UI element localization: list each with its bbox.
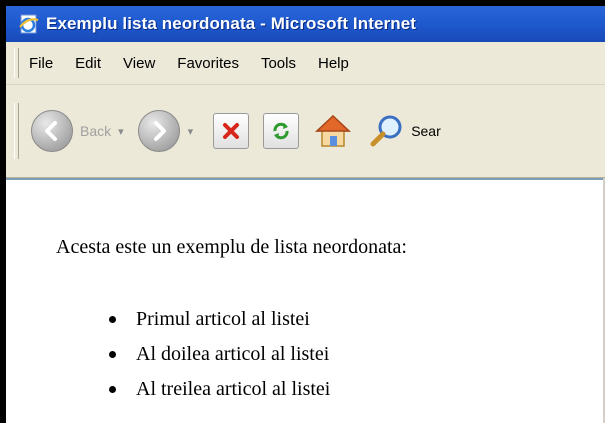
standard-toolbar: Back ▾ ▾ Sear <box>6 85 605 178</box>
search-label: Sear <box>411 123 441 139</box>
search-button[interactable]: Sear <box>367 111 441 151</box>
intro-paragraph: Acesta este un exemplu de lista neordona… <box>56 236 407 258</box>
list-item: Al treilea articol al listei <box>6 372 330 407</box>
forward-button[interactable]: ▾ <box>137 110 206 152</box>
forward-dropdown-icon[interactable]: ▾ <box>188 125 194 138</box>
home-icon[interactable] <box>313 111 353 151</box>
page-content: Acesta este un exemplu de lista neordona… <box>6 178 605 423</box>
back-label: Back <box>80 123 112 139</box>
list-item: Primul articol al listei <box>6 302 330 337</box>
menu-help[interactable]: Help <box>318 55 349 72</box>
list-item-text: Primul articol al listei <box>136 308 310 330</box>
forward-arrow-icon <box>137 110 180 152</box>
unordered-list: Primul articol al listei Al doilea artic… <box>6 302 330 407</box>
title-bar[interactable]: Exemplu lista neordonata - Microsoft Int… <box>6 6 605 42</box>
refresh-icon[interactable] <box>263 113 300 149</box>
stop-icon[interactable] <box>213 113 250 149</box>
back-button[interactable]: Back ▾ <box>31 110 124 152</box>
back-dropdown-icon[interactable]: ▾ <box>118 125 124 138</box>
list-item-text: Al doilea articol al listei <box>136 343 330 365</box>
menu-favorites[interactable]: Favorites <box>177 55 239 72</box>
menubar-grip[interactable] <box>14 48 19 78</box>
toolbar-grip[interactable] <box>14 103 19 159</box>
back-arrow-icon <box>31 110 73 152</box>
menu-tools[interactable]: Tools <box>261 55 296 72</box>
menu-bar: File Edit View Favorites Tools Help <box>6 42 605 85</box>
browser-window: Exemplu lista neordonata - Microsoft Int… <box>6 6 605 423</box>
menu-view[interactable]: View <box>123 55 155 72</box>
bullet-icon <box>109 386 116 393</box>
list-item: Al doilea articol al listei <box>6 337 330 372</box>
window-title: Exemplu lista neordonata - Microsoft Int… <box>46 14 417 33</box>
search-icon <box>367 111 407 151</box>
bullet-icon <box>109 316 116 323</box>
menu-edit[interactable]: Edit <box>75 55 101 72</box>
bullet-icon <box>109 351 116 358</box>
ie-page-icon <box>18 13 40 35</box>
menu-file[interactable]: File <box>29 55 53 72</box>
list-item-text: Al treilea articol al listei <box>136 378 331 400</box>
